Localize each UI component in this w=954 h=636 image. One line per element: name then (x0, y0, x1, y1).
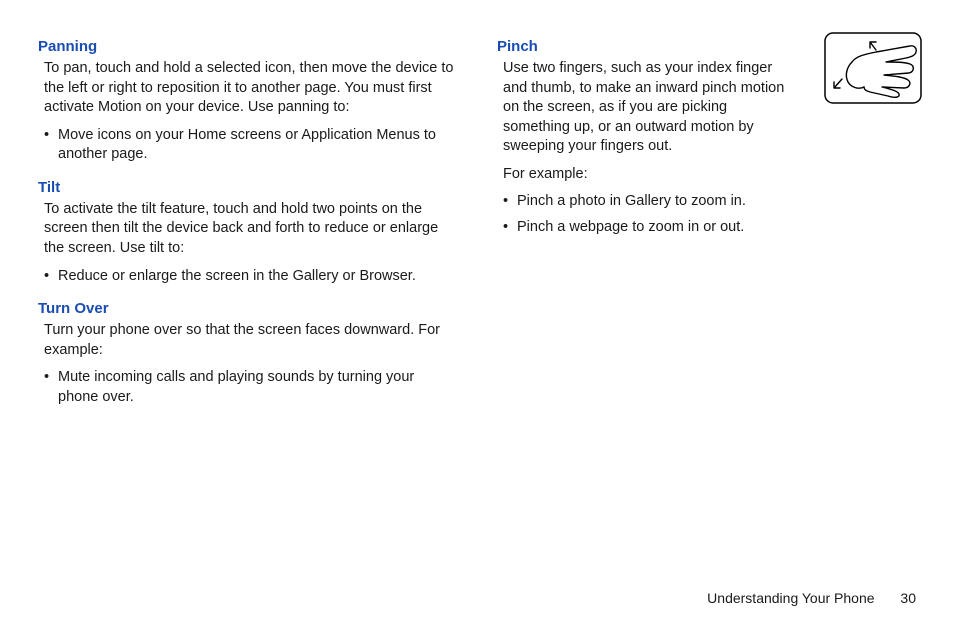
page-footer: Understanding Your Phone 30 (707, 590, 916, 606)
text-pinch-eg: For example: (503, 165, 916, 185)
bullet-item: Mute incoming calls and playing sounds b… (44, 368, 457, 407)
bullets-turnover: Mute incoming calls and playing sounds b… (44, 368, 457, 407)
bullet-item: Pinch a photo in Gallery to zoom in. (503, 192, 916, 212)
bullet-item: Pinch a webpage to zoom in or out. (503, 218, 916, 238)
text-tilt: To activate the tilt feature, touch and … (44, 200, 457, 259)
bullet-item: Reduce or enlarge the screen in the Gall… (44, 267, 457, 287)
section-tilt: Tilt To activate the tilt feature, touch… (38, 179, 457, 286)
section-panning: Panning To pan, touch and hold a selecte… (38, 38, 457, 165)
text-panning: To pan, touch and hold a selected icon, … (44, 59, 457, 118)
footer-section-title: Understanding Your Phone (707, 590, 874, 606)
footer-page-number: 30 (900, 590, 916, 606)
right-column: Pinch Use two fingers, such as your inde… (497, 38, 916, 421)
text-pinch: Use two fingers, such as your index fing… (503, 59, 797, 157)
bullets-tilt: Reduce or enlarge the screen in the Gall… (44, 267, 457, 287)
heading-panning: Panning (38, 38, 457, 55)
heading-tilt: Tilt (38, 179, 457, 196)
bullets-pinch: Pinch a photo in Gallery to zoom in. Pin… (503, 192, 916, 237)
heading-turnover: Turn Over (38, 300, 457, 317)
bullets-panning: Move icons on your Home screens or Appli… (44, 126, 457, 165)
pinch-gesture-icon (824, 32, 922, 104)
text-turnover: Turn your phone over so that the screen … (44, 321, 457, 360)
section-turnover: Turn Over Turn your phone over so that t… (38, 300, 457, 407)
left-column: Panning To pan, touch and hold a selecte… (38, 38, 457, 421)
bullet-item: Move icons on your Home screens or Appli… (44, 126, 457, 165)
